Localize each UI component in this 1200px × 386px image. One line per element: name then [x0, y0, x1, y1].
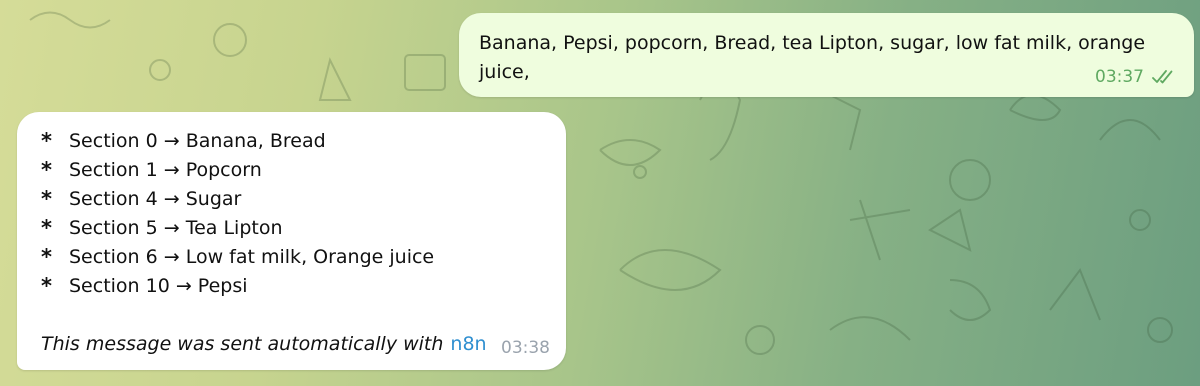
- list-bullet: *: [41, 157, 52, 182]
- list-item-text: Section 5 → Tea Lipton: [69, 216, 283, 239]
- incoming-message-bubble[interactable]: * Section 0 → Banana, Bread * Section 1 …: [17, 112, 566, 370]
- list-bullet: *: [41, 244, 52, 269]
- list-item-text: Section 6 → Low fat milk, Orange juice: [69, 245, 435, 268]
- list-item: * Section 5 → Tea Lipton: [41, 213, 434, 242]
- list-bullet: *: [41, 186, 52, 211]
- list-bullet: *: [41, 128, 52, 153]
- list-item: * Section 0 → Banana, Bread: [41, 126, 434, 155]
- list-item: * Section 1 → Popcorn: [41, 155, 434, 184]
- list-item: * Section 6 → Low fat milk, Orange juice: [41, 242, 434, 271]
- outgoing-message-text: Banana, Pepsi, popcorn, Bread, tea Lipto…: [479, 32, 1146, 83]
- n8n-link[interactable]: n8n: [450, 333, 486, 355]
- list-item: * Section 10 → Pepsi: [41, 271, 434, 300]
- automation-footer: This message was sent automatically with…: [41, 333, 487, 355]
- list-item-text: Section 10 → Pepsi: [69, 274, 248, 297]
- section-list: * Section 0 → Banana, Bread * Section 1 …: [41, 126, 434, 300]
- list-bullet: *: [41, 273, 52, 298]
- incoming-message-time: 03:38: [501, 338, 550, 358]
- outgoing-message-bubble[interactable]: Banana, Pepsi, popcorn, Bread, tea Lipto…: [459, 13, 1194, 97]
- list-item-text: Section 4 → Sugar: [69, 187, 242, 210]
- list-item: * Section 4 → Sugar: [41, 184, 434, 213]
- outgoing-message-meta: 03:37: [1095, 67, 1176, 87]
- automation-footer-text: This message was sent automatically with: [41, 333, 444, 355]
- outgoing-message-time: 03:37: [1095, 67, 1144, 87]
- list-item-text: Section 1 → Popcorn: [69, 158, 262, 181]
- double-check-icon: [1152, 70, 1176, 84]
- list-item-text: Section 0 → Banana, Bread: [69, 129, 326, 152]
- list-bullet: *: [41, 215, 52, 240]
